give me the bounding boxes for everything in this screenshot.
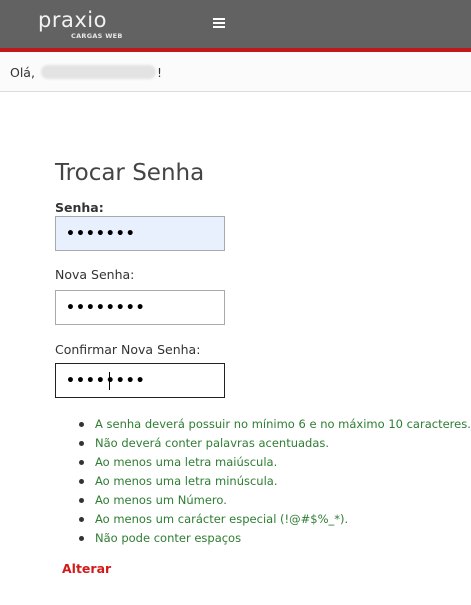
rule-item: Ao menos uma letra maiúscula. — [78, 453, 471, 472]
hamburger-menu-icon[interactable] — [211, 16, 227, 30]
redacted-user-name — [40, 65, 156, 79]
praxio-logo[interactable]: praxio CARGAS WEB — [38, 8, 128, 40]
rule-item: Ao menos um Número. — [78, 491, 471, 510]
confirmar-senha-field[interactable]: •••••••• — [55, 363, 225, 398]
rule-item: Não pode conter espaços — [78, 529, 471, 548]
text-caret — [109, 372, 110, 390]
greeting-text: Olá, ! — [10, 65, 162, 80]
senha-label: Senha: — [55, 200, 104, 215]
page-title: Trocar Senha — [55, 160, 205, 186]
nova-senha-field[interactable]: •••••••• — [55, 290, 225, 325]
rule-item: Ao menos um carácter especial (!@#$%_*). — [78, 510, 471, 529]
senha-value: ••••••• — [66, 226, 136, 242]
logo-wordmark: praxio — [38, 8, 107, 32]
password-rules-list: A senha deverá possuir no mínimo 6 e no … — [78, 415, 471, 548]
greeting-prefix: Olá, — [10, 65, 35, 80]
rule-item: A senha deverá possuir no mínimo 6 e no … — [78, 415, 471, 434]
rule-item: Ao menos uma letra minúscula. — [78, 472, 471, 491]
senha-field[interactable]: ••••••• — [55, 216, 225, 251]
nova-senha-value: •••••••• — [66, 300, 146, 316]
greeting-bar: Olá, ! — [0, 52, 471, 92]
confirmar-senha-value: •••••••• — [66, 373, 146, 389]
confirmar-senha-label: Confirmar Nova Senha: — [55, 342, 201, 357]
top-navbar: praxio CARGAS WEB — [0, 0, 471, 48]
logo-subtitle: CARGAS WEB — [71, 32, 123, 40]
nova-senha-label: Nova Senha: — [55, 267, 135, 282]
rule-item: Não deverá conter palavras acentuadas. — [78, 434, 471, 453]
alterar-button[interactable]: Alterar — [62, 561, 111, 576]
greeting-suffix: ! — [156, 65, 162, 80]
